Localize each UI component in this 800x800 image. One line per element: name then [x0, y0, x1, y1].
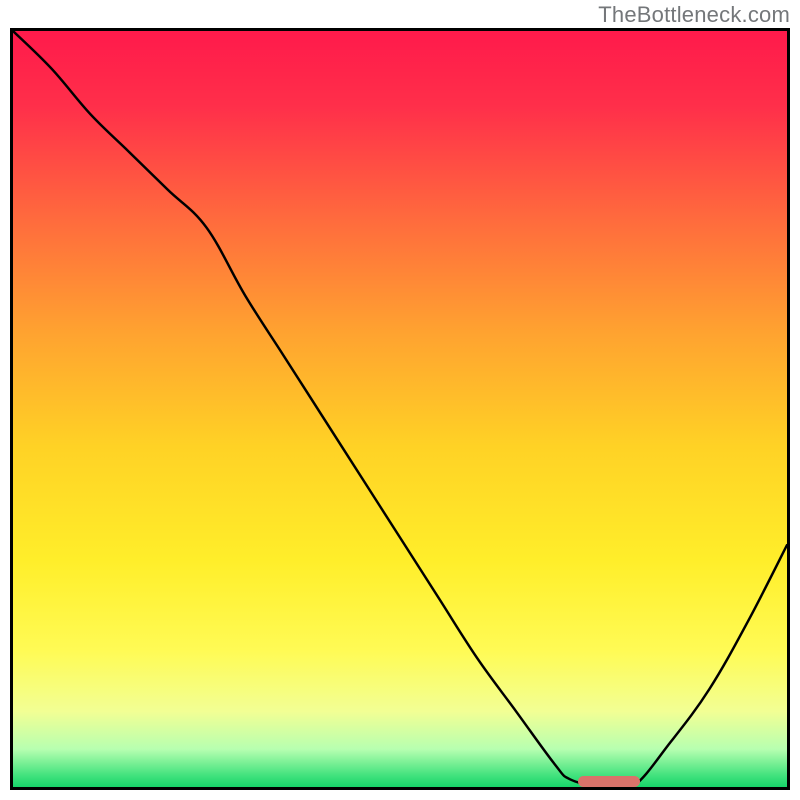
watermark-text: TheBottleneck.com: [598, 2, 790, 28]
bottleneck-curve: [13, 31, 787, 787]
chart-frame: [10, 28, 790, 790]
optimal-range-marker: [578, 776, 640, 787]
